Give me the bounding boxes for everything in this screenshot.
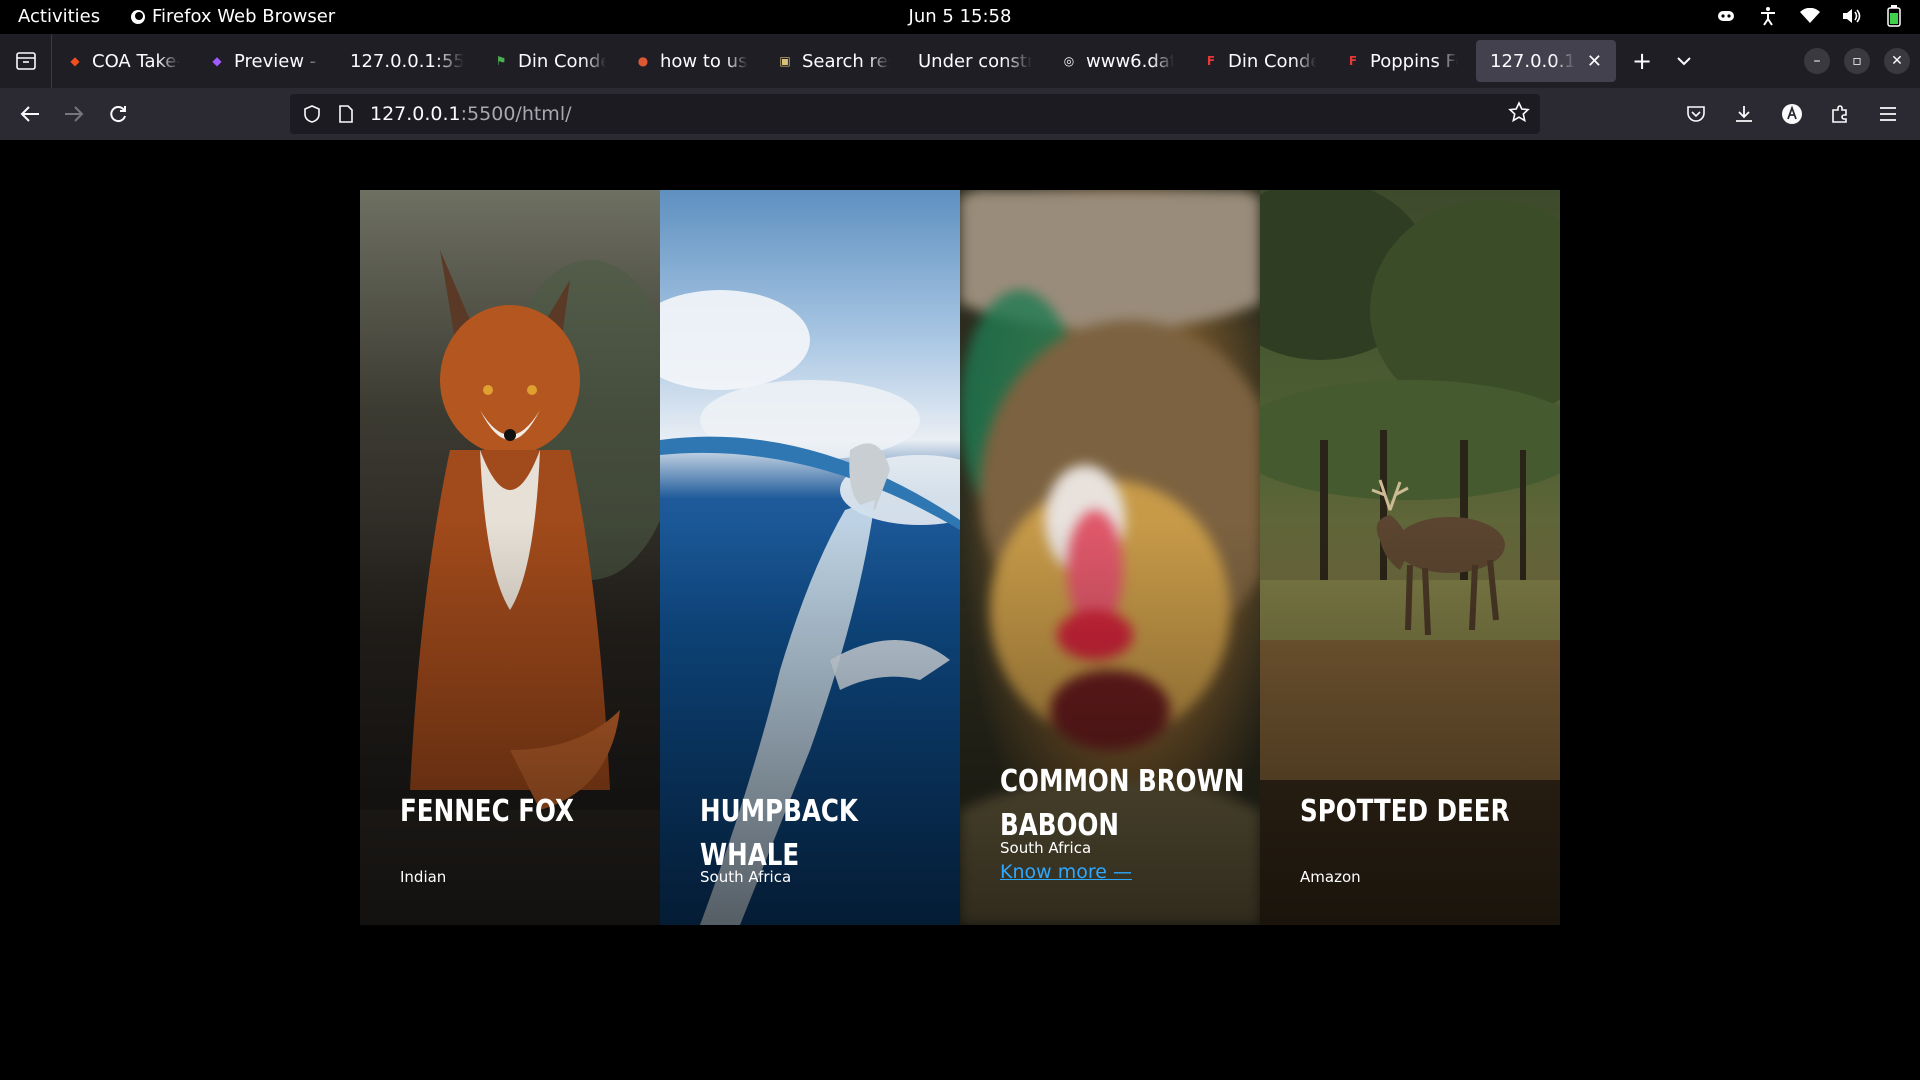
battery-icon[interactable] — [1882, 4, 1906, 28]
account-avatar-icon — [1782, 104, 1802, 124]
system-tray[interactable] — [1714, 4, 1906, 28]
browser-tab[interactable]: Under constru — [904, 40, 1046, 82]
tab-label: Din Conde — [1228, 50, 1316, 72]
accessibility-icon[interactable] — [1756, 4, 1780, 28]
close-window-button[interactable]: ✕ — [1884, 48, 1910, 74]
card-title: SPOTTED DEER — [1300, 794, 1510, 829]
discord-icon[interactable] — [1714, 4, 1738, 28]
know-more-link[interactable]: Know more — — [1000, 861, 1132, 883]
url-path: :5500/html/ — [460, 103, 572, 125]
card-overlay — [360, 520, 660, 925]
pocket-button[interactable] — [1674, 92, 1718, 136]
tab-label: COA Take-I — [92, 50, 180, 72]
wifi-icon[interactable] — [1798, 4, 1822, 28]
animal-gallery: FENNEC FOX Indian HUMPBACK WHALE South A… — [360, 190, 1560, 925]
hamburger-menu-icon — [1880, 107, 1896, 121]
tab-label: Under constru — [918, 50, 1032, 72]
pocket-icon — [1687, 106, 1705, 122]
volume-icon[interactable] — [1840, 4, 1864, 28]
navigation-toolbar: 127.0.0.1:5500/html/ — [0, 88, 1920, 140]
firefox-view-button[interactable] — [0, 34, 52, 88]
card-region: Amazon — [1300, 868, 1361, 886]
animal-card-humpback-whale[interactable]: HUMPBACK WHALE South Africa — [660, 190, 960, 925]
tab-label: Preview - C — [234, 50, 322, 72]
browser-tab[interactable]: ◆ Preview - C — [194, 40, 336, 82]
url-bar[interactable]: 127.0.0.1:5500/html/ — [290, 94, 1540, 134]
tracking-protection-icon[interactable] — [300, 105, 324, 123]
forward-button[interactable] — [52, 92, 96, 136]
app-menu[interactable]: Firefox Web Browser — [130, 6, 335, 27]
card-region: South Africa — [1000, 839, 1092, 857]
card-title: HUMPBACK WHALE — [700, 794, 858, 873]
browser-tab[interactable]: ◎ www6.dat — [1046, 40, 1188, 82]
page-info-icon[interactable] — [336, 105, 356, 123]
tab-label: Poppins Fo — [1370, 50, 1458, 72]
account-button[interactable] — [1770, 92, 1814, 136]
minimize-button[interactable]: – — [1804, 48, 1830, 74]
system-top-bar: Activities Firefox Web Browser Jun 5 15:… — [0, 0, 1920, 34]
puzzle-icon — [1832, 105, 1847, 123]
page-content: FENNEC FOX Indian HUMPBACK WHALE South A… — [0, 140, 1920, 1080]
card-overlay — [1260, 520, 1560, 925]
card-region: South Africa — [700, 868, 792, 886]
tab-label: 127.0.0.1:5500 — [350, 50, 464, 72]
extensions-button[interactable] — [1818, 92, 1862, 136]
tab-label: Search resu — [802, 50, 890, 72]
window-controls: – ▫ ✕ — [1804, 48, 1910, 74]
chevron-down-icon — [1677, 57, 1691, 66]
url-text[interactable]: 127.0.0.1:5500/html/ — [370, 103, 572, 125]
browser-tab[interactable]: 127.0.0.1:5500 — [336, 40, 478, 82]
tab-strip: ◆ COA Take-I ◆ Preview - C 127.0.0.1:5500 ⚑ Di… — [0, 34, 1920, 88]
downloads-button[interactable] — [1722, 92, 1766, 136]
restore-button[interactable]: ▫ — [1844, 48, 1870, 74]
card-region: Indian — [400, 868, 447, 886]
flag-icon: ⚑ — [495, 54, 507, 68]
browser-tab[interactable]: ⚑ Din Conde — [478, 40, 620, 82]
tab-label: Din Conde — [518, 50, 606, 72]
browser-tab[interactable]: F Din Conde — [1188, 40, 1330, 82]
figma-icon: ◆ — [70, 54, 80, 68]
close-tab-icon[interactable]: ✕ — [1587, 51, 1602, 72]
browser-tab[interactable]: ◆ COA Take-I — [52, 40, 194, 82]
animal-card-common-brown-baboon[interactable]: COMMON BROWN BABOON South Africa Know mo… — [960, 190, 1260, 925]
activities-button[interactable]: Activities — [18, 6, 100, 27]
animal-card-fennec-fox[interactable]: FENNEC FOX Indian — [360, 190, 660, 925]
download-icon — [1736, 106, 1752, 122]
fontshare-icon: F — [1206, 54, 1216, 68]
reload-icon — [110, 106, 126, 123]
browser-tab[interactable]: F Poppins Fo — [1330, 40, 1472, 82]
reload-button[interactable] — [96, 92, 140, 136]
figma-icon: ◆ — [212, 54, 222, 68]
browser-tab[interactable]: ▣ Search resu — [762, 40, 904, 82]
app-name: Firefox Web Browser — [152, 6, 336, 27]
tab-label: how to use — [660, 50, 748, 72]
card-title-line-1: COMMON BROWN — [1000, 764, 1245, 799]
firefox-view-icon — [15, 52, 36, 70]
list-all-tabs-button[interactable] — [1664, 40, 1704, 82]
card-title: FENNEC FOX — [400, 794, 575, 829]
url-host: 127.0.0.1 — [370, 103, 461, 125]
fontshare-icon: F — [1348, 54, 1358, 68]
back-button[interactable] — [8, 92, 52, 136]
tab-list: ◆ COA Take-I ◆ Preview - C 127.0.0.1:5500 ⚑ Di… — [52, 34, 1620, 88]
app-menu-button[interactable] — [1866, 92, 1910, 136]
image-search-icon: ▣ — [779, 54, 791, 68]
tab-label: www6.dat — [1086, 50, 1174, 72]
card-title: COMMON BROWN BABOON — [1000, 760, 1246, 848]
firefox-icon — [131, 9, 145, 24]
globe-icon: ◎ — [1063, 54, 1075, 68]
toolbar-right — [1674, 92, 1910, 136]
duckduckgo-icon: ● — [637, 54, 649, 68]
browser-tab[interactable]: 127.0.0.1:55 ✕ — [1476, 40, 1616, 82]
animal-card-spotted-deer[interactable]: SPOTTED DEER Amazon — [1260, 190, 1560, 925]
arrow-right-icon — [65, 106, 84, 122]
arrow-left-icon — [20, 106, 39, 122]
tab-label: 127.0.0.1:55 — [1490, 50, 1575, 72]
bookmark-star-icon[interactable] — [1508, 101, 1530, 128]
browser-tab[interactable]: ● how to use — [620, 40, 762, 82]
new-tab-button[interactable]: + — [1620, 40, 1664, 82]
